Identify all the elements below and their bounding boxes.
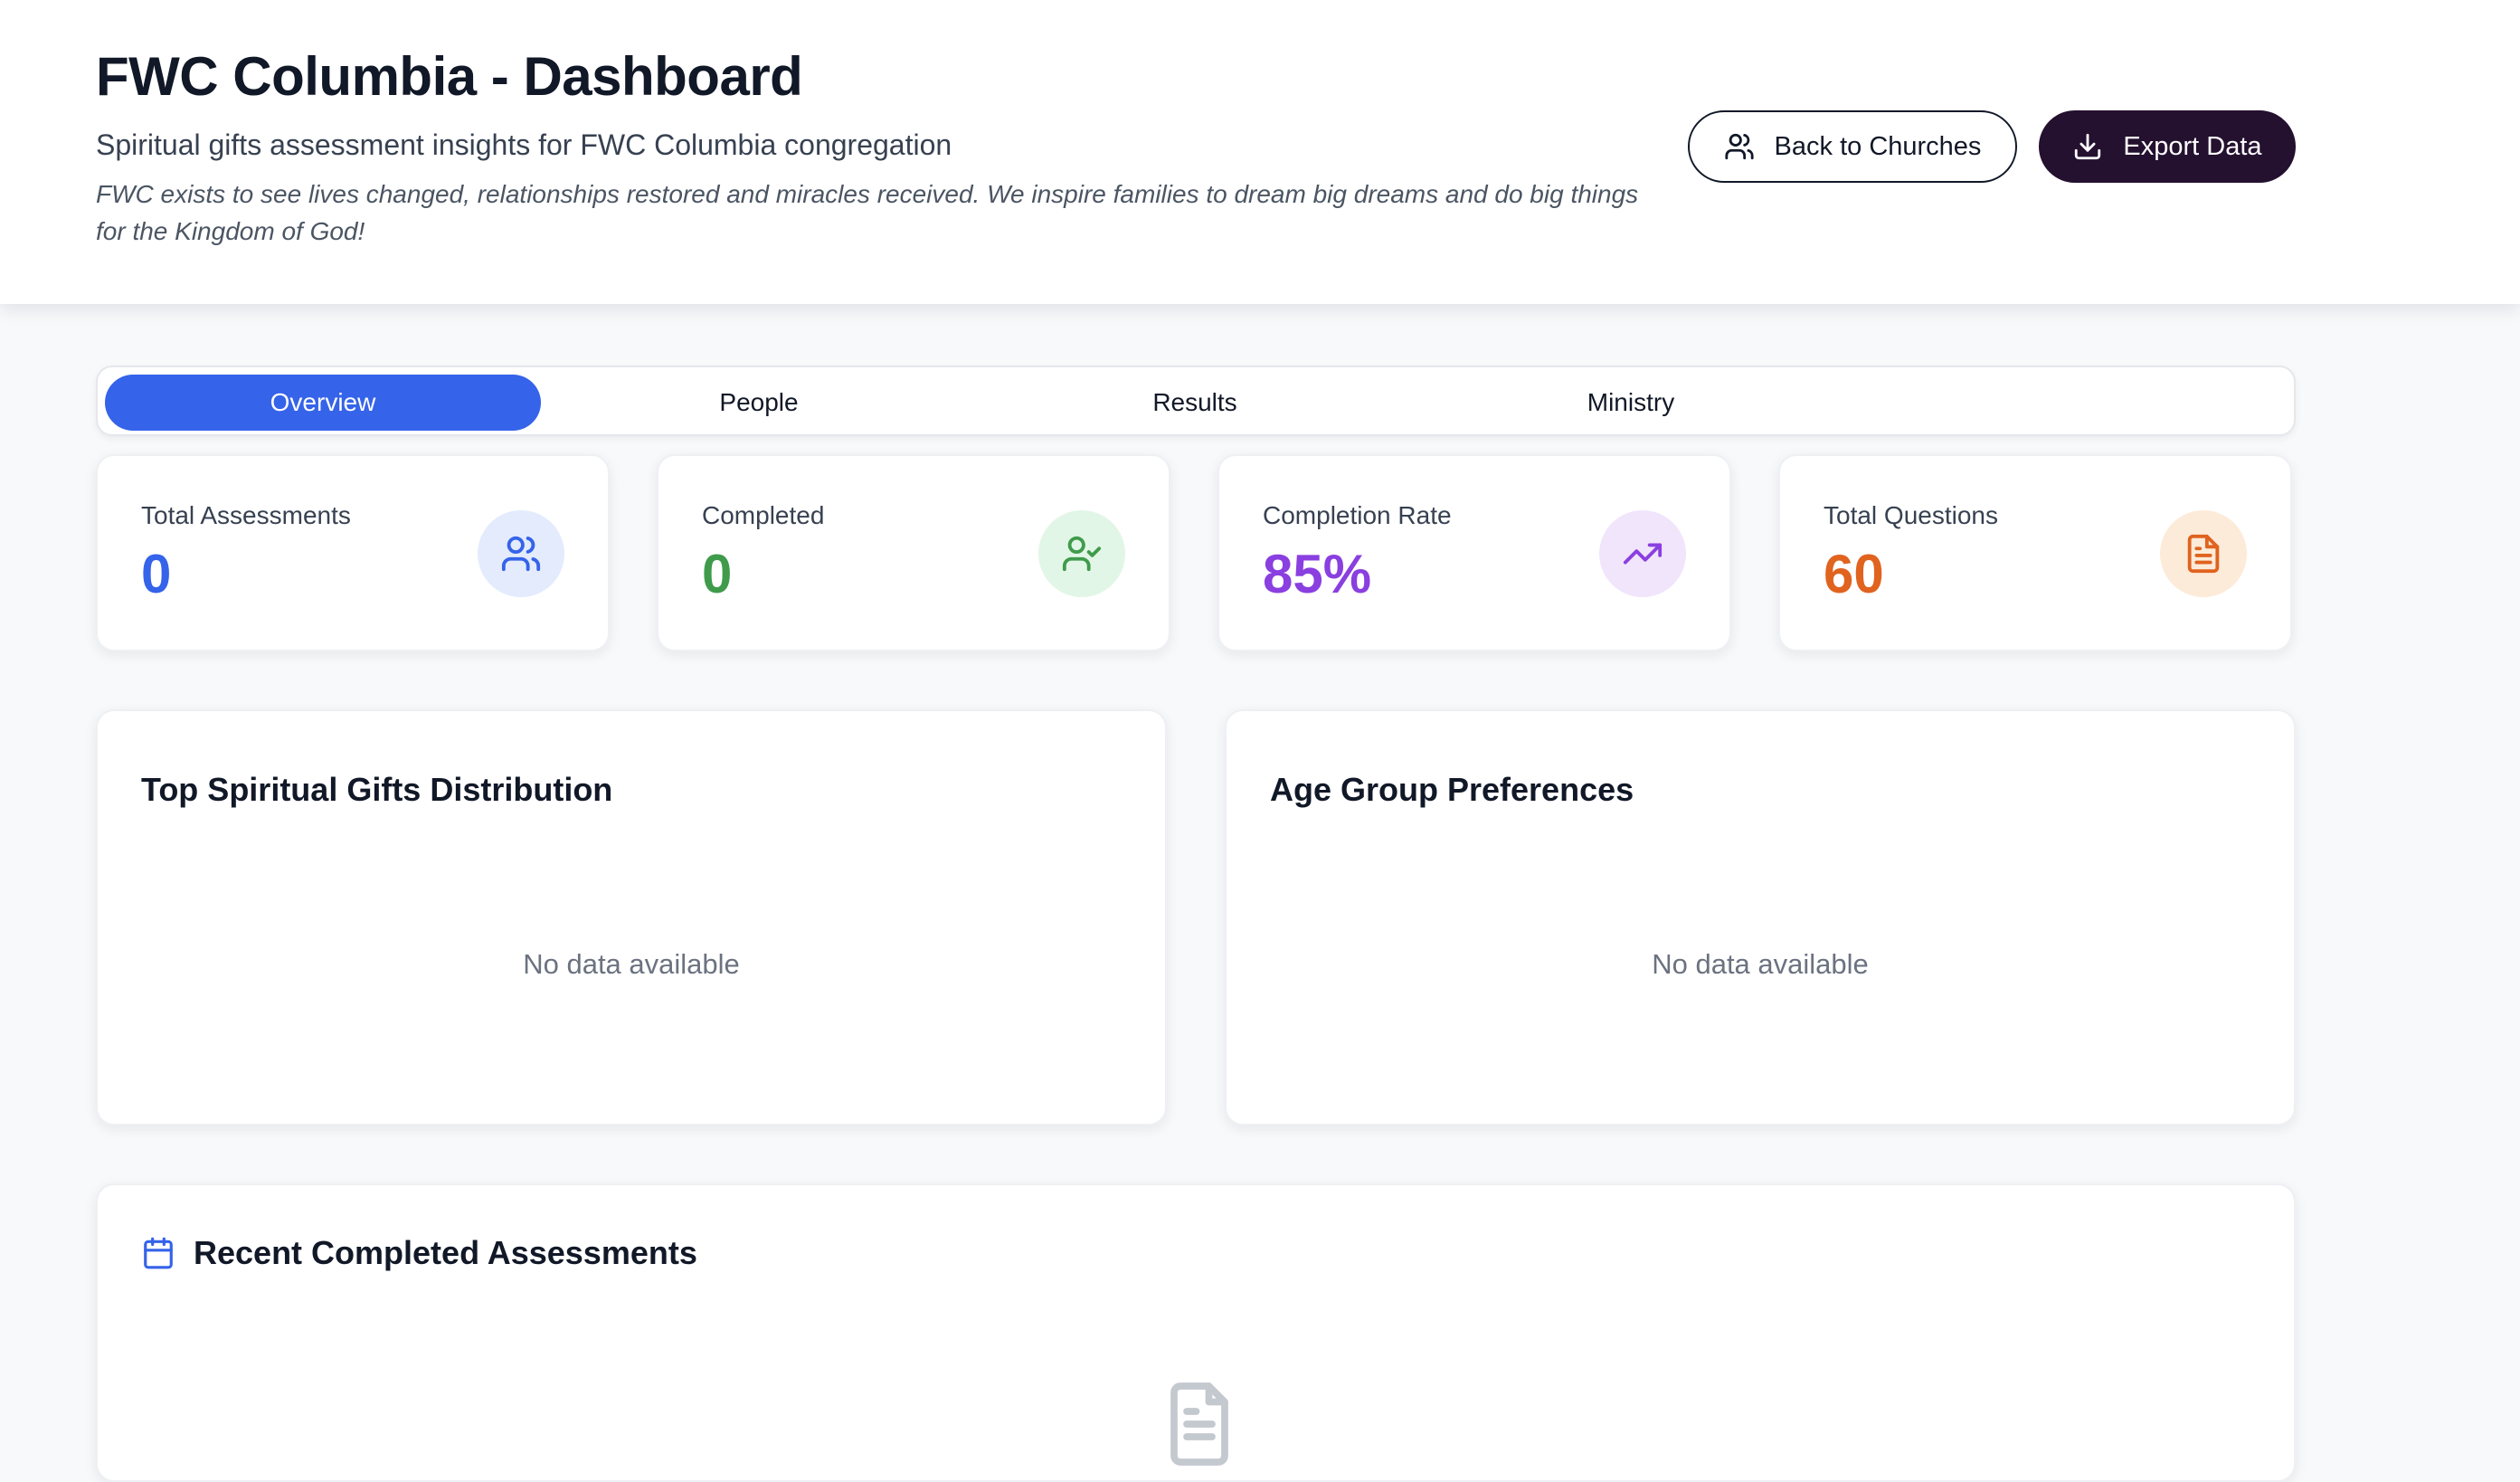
- export-data-label: Export Data: [2123, 131, 2262, 161]
- stat-label: Completion Rate: [1263, 501, 1452, 529]
- page-header: FWC Columbia - Dashboard Spiritual gifts…: [0, 0, 2520, 304]
- tab-overview[interactable]: Overview: [105, 375, 541, 431]
- export-data-button[interactable]: Export Data: [2039, 110, 2296, 183]
- mission-statement: FWC exists to see lives changed, relatio…: [96, 180, 1639, 245]
- back-to-churches-button[interactable]: Back to Churches: [1688, 110, 2017, 183]
- download-icon: [2075, 133, 2101, 160]
- age-group-panel: Age Group Preferences No data available: [1225, 709, 2296, 1126]
- stat-label: Total Assessments: [141, 501, 351, 529]
- trending-up-icon: [1599, 510, 1686, 597]
- dashboard-tabs: Overview People Results Ministry: [96, 366, 2296, 436]
- recent-assessments-title: Recent Completed Assessments: [194, 1234, 697, 1271]
- gifts-distribution-panel: Top Spiritual Gifts Distribution No data…: [96, 709, 1167, 1126]
- stat-label: Total Questions: [1824, 501, 1998, 529]
- recent-assessments-heading: Recent Completed Assessments: [141, 1234, 697, 1272]
- stat-card-completed: Completed 0: [657, 454, 1170, 651]
- back-to-churches-label: Back to Churches: [1774, 131, 1982, 161]
- stat-card-total-questions: Total Questions 60: [1778, 454, 2292, 651]
- stat-card-total-assessments: Total Assessments 0: [96, 454, 610, 651]
- users-icon: [1724, 133, 1754, 160]
- users-icon: [478, 510, 564, 597]
- tab-results[interactable]: Results: [977, 375, 1413, 431]
- panel-title: Age Group Preferences: [1270, 771, 1634, 808]
- empty-state-text: No data available: [523, 948, 740, 980]
- tab-people[interactable]: People: [541, 375, 977, 431]
- empty-state-text: No data available: [1652, 948, 1869, 980]
- document-icon: [1170, 1382, 1228, 1466]
- calendar-icon: [144, 1237, 173, 1269]
- stat-value: 60: [1824, 544, 1884, 604]
- panel-title: Top Spiritual Gifts Distribution: [141, 771, 613, 808]
- page-subtitle: Spiritual gifts assessment insights for …: [96, 128, 952, 161]
- page-title: FWC Columbia - Dashboard: [96, 46, 803, 107]
- recent-assessments-panel: Recent Completed Assessments: [96, 1183, 2296, 1482]
- user-check-icon: [1038, 510, 1125, 597]
- stat-value: 0: [702, 544, 733, 604]
- stat-card-completion-rate: Completion Rate 85%: [1217, 454, 1731, 651]
- file-text-icon: [2160, 510, 2247, 597]
- stat-value: 0: [141, 544, 172, 604]
- tab-ministry[interactable]: Ministry: [1413, 375, 1849, 431]
- stat-label: Completed: [702, 501, 825, 529]
- stat-value: 85%: [1263, 544, 1372, 604]
